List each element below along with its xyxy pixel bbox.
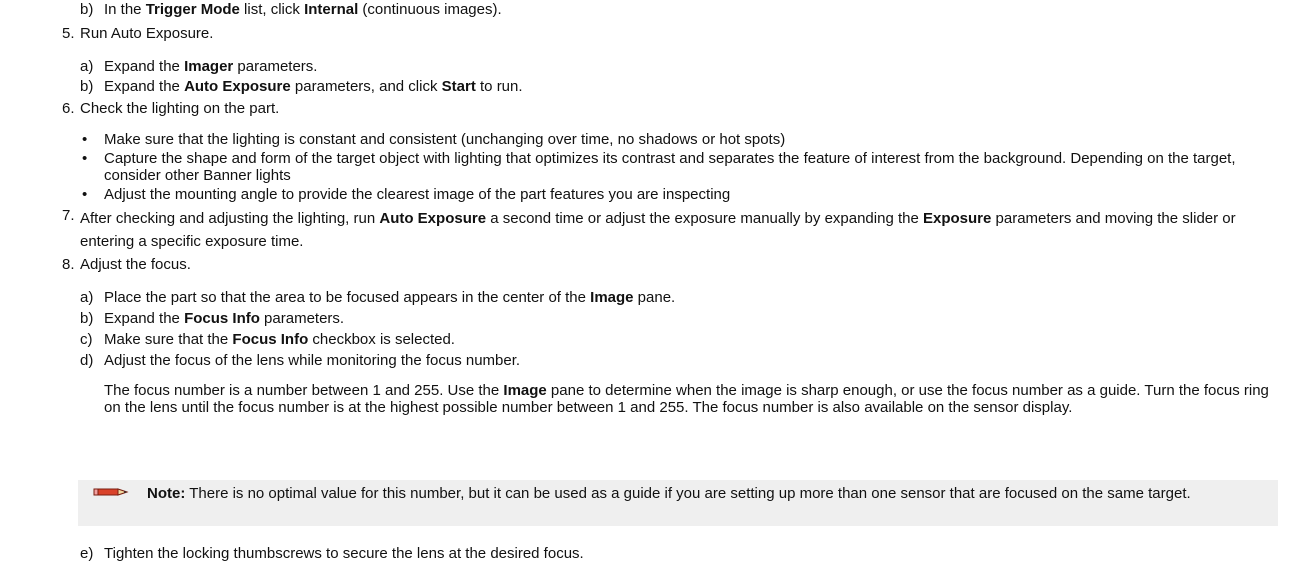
document-page: b) In the Trigger Mode list, click Inter…: [0, 0, 1301, 585]
substep-8e: Tighten the locking thumbscrews to secur…: [104, 545, 584, 562]
bullet-item: Adjust the mounting angle to provide the…: [104, 186, 731, 203]
substep-8d: Adjust the focus of the lens while monit…: [104, 352, 521, 369]
step-number: 8.: [62, 256, 75, 273]
step-7-text: After checking and adjusting the lightin…: [80, 210, 1236, 250]
bullet-icon: •: [82, 131, 88, 148]
substep-marker: b): [80, 78, 94, 95]
bullet-icon: •: [82, 186, 88, 203]
note-text: Note: There is no optimal value for this…: [147, 485, 1191, 502]
substep-marker: d): [80, 352, 94, 369]
substep-marker: b): [80, 310, 94, 327]
substep-marker: a): [80, 289, 94, 306]
substep-8a: Place the part so that the area to be fo…: [104, 289, 676, 306]
step-number: 7.: [62, 207, 75, 224]
substep-marker: c): [80, 331, 93, 348]
substep-marker: b): [80, 1, 94, 18]
step-6-title: Check the lighting on the part.: [80, 100, 280, 117]
step-number: 6.: [62, 100, 75, 117]
pencil-icon: [93, 484, 129, 501]
substep-5b: Expand the Auto Exposure parameters, and…: [104, 78, 523, 95]
step-5-title: Run Auto Exposure.: [80, 25, 214, 42]
focus-number-paragraph: The focus number is a number between 1 a…: [104, 382, 1269, 416]
step-number: 5.: [62, 25, 75, 42]
substep-8b: Expand the Focus Info parameters.: [104, 310, 345, 327]
step-8-title: Adjust the focus.: [80, 256, 191, 273]
bullet-icon: •: [82, 150, 88, 167]
substep-5a: Expand the Imager parameters.: [104, 58, 318, 75]
bullet-item: Make sure that the lighting is constant …: [104, 131, 786, 148]
substep-marker: e): [80, 545, 94, 562]
substep-4b: In the Trigger Mode list, click Internal…: [104, 1, 502, 18]
substep-8c: Make sure that the Focus Info checkbox i…: [104, 331, 455, 348]
substep-marker: a): [80, 58, 94, 75]
bullet-item: Capture the shape and form of the target…: [104, 150, 1236, 184]
